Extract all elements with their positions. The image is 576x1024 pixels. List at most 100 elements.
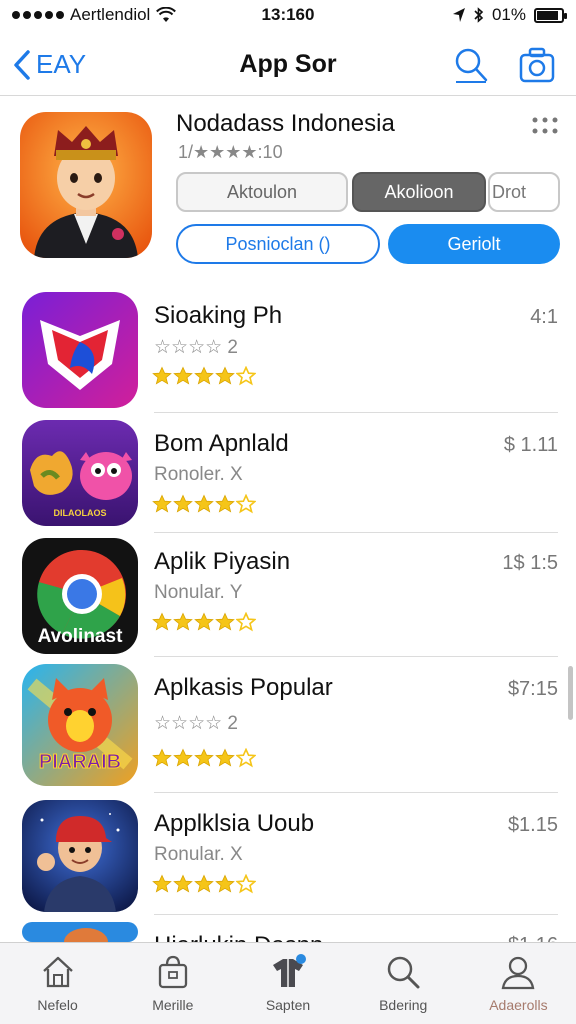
rating-stars <box>152 874 256 894</box>
app-price: 1$ 1:5 <box>502 552 558 574</box>
star-empty-icon <box>236 366 256 386</box>
app-subtitle: ☆☆☆☆ 2 <box>154 337 238 358</box>
star-filled-icon <box>194 874 214 893</box>
star-empty-icon <box>236 874 256 894</box>
star-filled-icon <box>194 494 214 513</box>
search-icon[interactable] <box>452 46 490 84</box>
star-filled-icon <box>215 366 235 385</box>
back-label: EAY <box>36 49 87 79</box>
divider <box>154 914 558 915</box>
divider <box>154 792 558 793</box>
app-subtitle: ☆☆☆☆ 2 <box>154 713 238 734</box>
secondary-button[interactable]: Posnioclan () <box>176 224 380 264</box>
back-button[interactable]: EAY <box>0 49 140 81</box>
app-row-3[interactable]: PIARAIB Aplkasis Popular ☆☆☆☆ 2 $7:15 <box>0 664 576 786</box>
nav-bar: EAY App Sor <box>0 34 576 96</box>
app-name: Aplkasis Popular <box>154 674 333 701</box>
more-options-icon[interactable] <box>530 114 560 138</box>
tab-label: Nefelo <box>37 997 78 1013</box>
rating-stars <box>152 748 256 768</box>
app-row-0[interactable]: Sioaking Ph ☆☆☆☆ 2 4:1 <box>0 292 576 412</box>
star-filled-icon <box>173 874 193 893</box>
bag-icon <box>158 955 187 989</box>
carrier-label: Aertlendiol <box>70 5 151 24</box>
app-name: Bom Apnlald <box>154 430 289 457</box>
star-filled-icon <box>215 494 235 513</box>
app-price: $1.15 <box>507 814 558 836</box>
cat-game-icon: PIARAIB <box>22 664 138 786</box>
star-filled-icon <box>194 612 214 631</box>
star-empty-icon <box>236 494 256 514</box>
app-price: $ 1.11 <box>503 434 558 456</box>
tab-label: Bdering <box>379 997 428 1013</box>
star-filled-icon <box>194 748 214 767</box>
rating-stars <box>152 366 256 386</box>
star-filled-icon <box>215 748 235 767</box>
cartoon-creatures-icon: DILAOLAOS <box>22 420 138 526</box>
icon-text: Avolinast <box>38 626 123 647</box>
tab-profile[interactable]: Adaerolls <box>461 943 576 1024</box>
app-row-4[interactable]: Applklsia Uoub Ronular. X $1.15 <box>0 800 576 920</box>
featured-app-icon[interactable] <box>20 112 152 258</box>
icon-text: PIARAIB <box>39 751 121 773</box>
divider <box>154 656 558 657</box>
star-empty-icon <box>236 612 256 632</box>
app-row-2[interactable]: Avolinast Aplik Piyasin Nonular. Y 1$ 1:… <box>0 538 576 658</box>
app-price: $7:15 <box>507 678 558 700</box>
star-filled-icon <box>152 366 172 385</box>
star-filled-icon <box>194 366 214 385</box>
app-name: Sioaking Ph <box>154 302 283 329</box>
status-time: 13:160 <box>261 5 315 24</box>
person-icon <box>502 956 535 990</box>
home-icon <box>42 956 73 988</box>
wifi-icon <box>156 7 177 22</box>
star-filled-icon <box>173 748 193 767</box>
rating-stars <box>152 612 256 632</box>
chevron-left-icon <box>14 49 30 80</box>
featured-app: Nodadass Indonesia 1/★★★★:10 Aktoulon Ak… <box>0 110 576 280</box>
tab-bar: Nefelo Merille Sapten Bdering Adaerolls <box>0 942 576 1024</box>
bluetooth-icon <box>474 7 484 23</box>
camera-icon[interactable] <box>518 46 556 84</box>
tab-search[interactable]: Bdering <box>346 943 461 1024</box>
star-filled-icon <box>152 494 172 513</box>
app-price: 4:1 <box>530 306 558 328</box>
action-button-2[interactable]: Akolioon <box>352 172 486 212</box>
app-subtitle: Ronular. X <box>154 844 243 865</box>
page-title: App Sor <box>239 50 337 78</box>
action-button-3[interactable]: Drot <box>488 172 560 212</box>
star-filled-icon <box>173 366 193 385</box>
nav-actions <box>436 46 576 84</box>
tab-shirt[interactable]: Sapten <box>230 943 345 1024</box>
icon-text: DILAOLAOS <box>54 508 107 518</box>
app-row-1[interactable]: DILAOLAOS Bom Apnlald Ronoler. X $ 1.11 <box>0 420 576 540</box>
divider <box>154 532 558 533</box>
app-subtitle: Ronoler. X <box>154 464 243 485</box>
get-button[interactable]: Geriolt <box>388 224 560 264</box>
tab-label: Merille <box>152 997 194 1013</box>
battery-icon <box>534 7 567 23</box>
rating-stars <box>152 494 256 514</box>
action-button-1[interactable]: Aktoulon <box>176 172 348 212</box>
featured-app-title: Nodadass Indonesia <box>176 110 395 137</box>
tab-label: Sapten <box>265 997 311 1013</box>
star-filled-icon <box>173 494 193 513</box>
app-name: Aplik Piyasin <box>154 548 291 575</box>
star-empty-icon <box>236 748 256 768</box>
star-filled-icon <box>152 612 172 631</box>
divider <box>154 412 558 413</box>
signal-dots-icon <box>12 11 64 19</box>
star-filled-icon <box>215 612 235 631</box>
app-name: Applklsia Uoub <box>154 810 315 837</box>
scrollbar[interactable] <box>568 666 573 720</box>
status-bar: Aertlendiol 13:160 01% <box>0 0 576 30</box>
featured-app-rating: 1/★★★★:10 <box>178 142 283 162</box>
partial-app-icon <box>22 922 138 942</box>
avatar-game-icon <box>22 800 138 912</box>
search-icon <box>387 956 420 989</box>
star-filled-icon <box>173 612 193 631</box>
tab-home[interactable]: Nefelo <box>0 943 115 1024</box>
shield-logo-icon <box>22 292 138 408</box>
shirt-icon <box>273 954 306 987</box>
tab-bag[interactable]: Merille <box>115 943 230 1024</box>
